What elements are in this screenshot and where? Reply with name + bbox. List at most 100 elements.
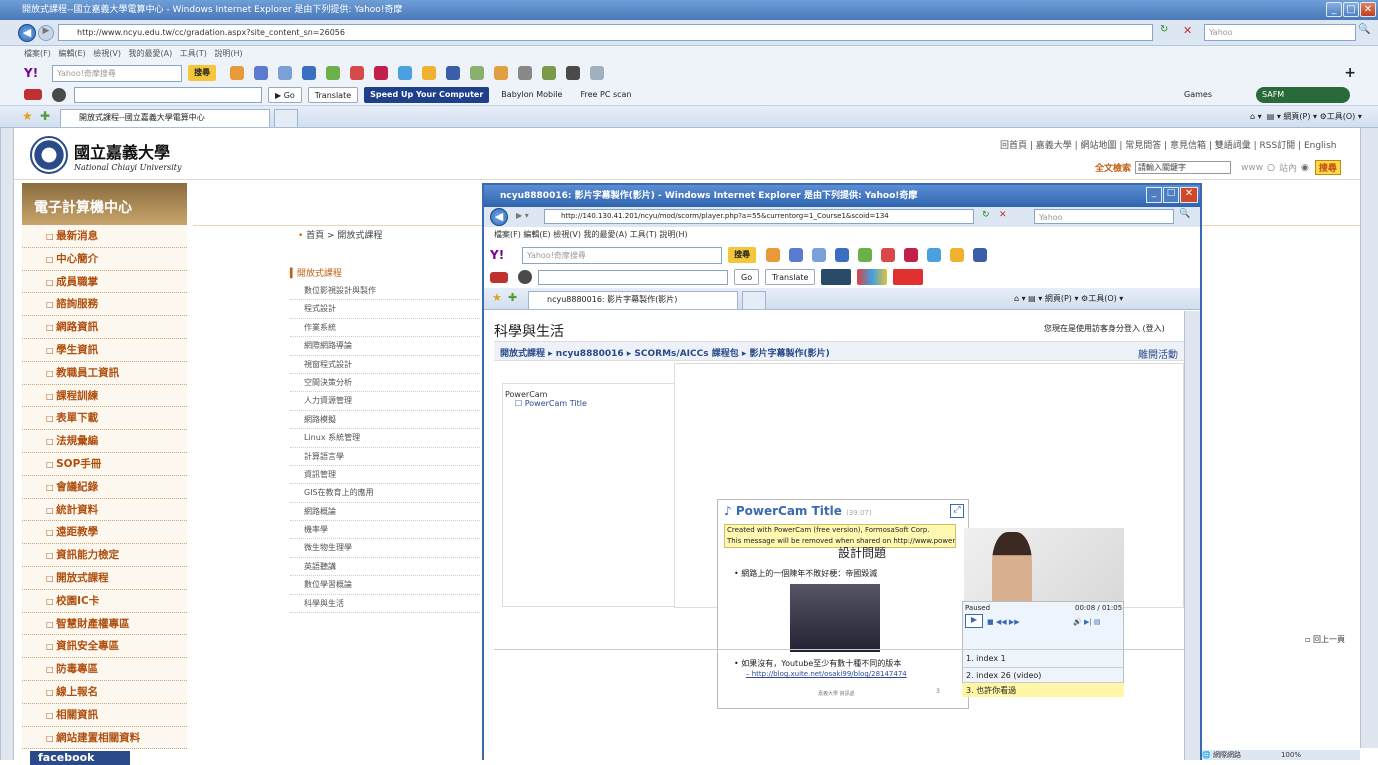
sidebar-item[interactable]: 課程訓練 [22, 384, 187, 408]
free-pc-scan-link[interactable]: Free PC scan [574, 87, 637, 103]
popup-minimize-button[interactable]: _ [1146, 187, 1162, 203]
popup-new-tab-button[interactable] [742, 291, 766, 309]
ie-search-input[interactable]: Yahoo [1204, 24, 1356, 41]
mail-icon[interactable] [230, 66, 245, 80]
games-link[interactable]: Games [1178, 87, 1218, 103]
popup-yahoo-logo-icon[interactable]: Y! [490, 248, 504, 262]
popup-search-icon[interactable]: 🔍 [1179, 209, 1190, 219]
pc-promo-icon[interactable] [821, 269, 852, 285]
index-item-3[interactable]: 3. 也許你看過 [962, 682, 1124, 697]
site-logo[interactable]: 國立嘉義大學 National Chiayi University [30, 136, 182, 174]
sidebar-item[interactable]: 會議紀錄 [22, 475, 187, 499]
sidebar-item[interactable]: 資訊能力檢定 [22, 544, 187, 567]
back-button[interactable]: ◀ [18, 24, 36, 42]
course-link[interactable]: 計算語言學 [290, 448, 480, 466]
tv-icon[interactable] [566, 66, 581, 80]
course-link[interactable]: Linux 系統管理 [290, 429, 480, 448]
site-search-button[interactable]: 搜尋 [1314, 160, 1341, 175]
course-link[interactable]: 空間決策分析 [290, 374, 480, 393]
popup-refresh-icon[interactable]: ↻ [982, 210, 990, 220]
course-link[interactable]: GIS在教育上的應用 [290, 484, 480, 503]
sidebar-item[interactable]: 智慧財產權專區 [22, 612, 187, 636]
games-icon[interactable] [422, 66, 437, 80]
sidebar-item[interactable]: 學生資訊 [22, 338, 187, 362]
auction-icon[interactable] [374, 66, 389, 80]
video-icon[interactable] [518, 66, 533, 80]
course-link[interactable]: 人力資源管理 [290, 392, 480, 411]
sidebar-item[interactable]: 遠距教學 [22, 521, 187, 545]
option-www[interactable]: www [1241, 163, 1263, 173]
popup-games-icon[interactable] [950, 248, 965, 262]
stop-icon[interactable]: ✕ [1183, 24, 1192, 37]
course-link[interactable]: 網路概論 [290, 503, 480, 522]
zoom-level[interactable]: 100% [1281, 751, 1301, 759]
close-button[interactable]: ✕ [1360, 2, 1376, 17]
sale-promo-icon[interactable] [893, 269, 924, 285]
transport-controls[interactable]: ■ ◀◀ ▶▶ [987, 618, 1020, 626]
sidebar-item[interactable]: 中心簡介 [22, 247, 187, 271]
popup-messenger-icon[interactable] [789, 248, 804, 262]
menu-bar[interactable]: 檔案(F) 編輯(E) 檢視(V) 我的最愛(A) 工具(T) 說明(H) [0, 46, 1378, 62]
popup-close-button[interactable]: ✕ [1180, 187, 1198, 203]
popup-blog-icon[interactable] [927, 248, 942, 262]
popup-favorites-icon[interactable]: ★ [492, 291, 502, 304]
popup-breadcrumb[interactable]: 開放式課程 ▸ ncyu8880016 ▸ SCORMs/AICCs 課程包 ▸… [500, 346, 830, 359]
course-link[interactable]: 英語聽講 [290, 558, 480, 577]
popup-page-menu[interactable]: ⌂ ▾ ▤ ▾ 網頁(P) ▾ ⚙工具(O) ▾ [1014, 293, 1123, 304]
popup-menu-bar[interactable]: 檔案(F) 編輯(E) 檢視(V) 我的最愛(A) 工具(T) 說明(H) [494, 229, 688, 240]
yahoo-logo-icon[interactable]: Y! [24, 66, 38, 80]
toc-item[interactable]: ☐ PowerCam Title [503, 399, 674, 408]
radio-widget[interactable]: SAFM [1256, 86, 1350, 103]
map-icon[interactable] [470, 66, 485, 80]
popup-yahoo-search[interactable]: Yahoo!奇摩搜尋 [522, 246, 723, 264]
travel-icon[interactable] [542, 66, 557, 80]
course-link[interactable]: 科學與生活 [290, 595, 480, 614]
favorites-star-icon[interactable]: ★ [22, 109, 33, 123]
sidebar-item[interactable]: 網路資訊 [22, 316, 187, 339]
course-link[interactable]: 程式設計 [290, 300, 480, 319]
page-menu[interactable]: ⌂ ▾ ▤ ▾ 網頁(P) ▾ ⚙工具(O) ▾ [1250, 111, 1362, 122]
course-link[interactable]: 微生物生理學 [290, 539, 480, 558]
sidebar-item[interactable]: 資訊安全專區 [22, 635, 187, 659]
popup-weather-icon[interactable] [835, 248, 850, 262]
popup-mail-icon[interactable] [766, 248, 781, 262]
top-links[interactable]: 回首頁 | 嘉義大學 | 網站地圖 | 常見問答 | 意見信箱 | 雙語詞彙 |… [1000, 138, 1336, 151]
add-favorites-icon[interactable]: ✚ [40, 109, 50, 123]
tab-ncyu[interactable]: 開放式課程--國立嘉義大學電算中心 [60, 109, 270, 127]
blog-icon[interactable] [398, 66, 413, 80]
index-item-2[interactable]: 2. index 26 (video) [962, 667, 1124, 682]
babylon-mobile-link[interactable]: Babylon Mobile [495, 87, 568, 103]
login-status[interactable]: 您現在是使用訪客身分登入 (登入) [1044, 323, 1165, 334]
popup-babylon-icon[interactable] [518, 270, 532, 284]
course-link[interactable]: 資訊管理 [290, 466, 480, 485]
photo-icon[interactable] [494, 66, 509, 80]
index-item-1[interactable]: 1. index 1 [962, 651, 1124, 667]
translate-button[interactable]: Translate [307, 86, 359, 103]
sidebar-item[interactable]: 線上報名 [22, 680, 187, 704]
popup-add-favorites-icon[interactable]: ✚ [508, 291, 517, 304]
course-link[interactable]: 機率學 [290, 521, 480, 540]
minimize-button[interactable]: _ [1326, 2, 1342, 17]
news-icon[interactable] [278, 66, 293, 80]
popup-auction-icon[interactable] [904, 248, 919, 262]
back-link[interactable]: ▫ 回上一頁 [1305, 634, 1345, 645]
fullscreen-icon[interactable]: ⤢ [950, 504, 964, 518]
slide-link[interactable]: – http://blog.xuite.net/osaki99/blog/281… [746, 670, 907, 678]
babylon-icon[interactable] [52, 87, 66, 102]
course-link[interactable]: 數位學習概論 [290, 576, 480, 595]
course-link[interactable]: 數位影視設計與製作 [290, 282, 480, 301]
sidebar-item[interactable]: 成員職掌 [22, 270, 187, 294]
popup-translate-input[interactable] [538, 269, 728, 285]
sidebar-item[interactable]: 校園IC卡 [22, 589, 187, 613]
search-icon[interactable]: 🔍 [1358, 24, 1370, 35]
flag-icon[interactable] [24, 89, 42, 100]
play-button[interactable]: ▶ [965, 614, 983, 628]
exit-activity-link[interactable]: 離開活動 [1138, 346, 1178, 361]
popup-translate-button[interactable]: Translate [765, 269, 816, 285]
new-tab-button[interactable] [274, 109, 298, 127]
yahoo-search-button[interactable]: 搜尋 [188, 65, 217, 81]
sidebar-item[interactable]: 最新消息 [22, 225, 187, 248]
page-scrollbar[interactable] [1360, 128, 1378, 748]
popup-news-icon[interactable] [812, 248, 827, 262]
forward-button[interactable]: ▶ [38, 25, 54, 41]
